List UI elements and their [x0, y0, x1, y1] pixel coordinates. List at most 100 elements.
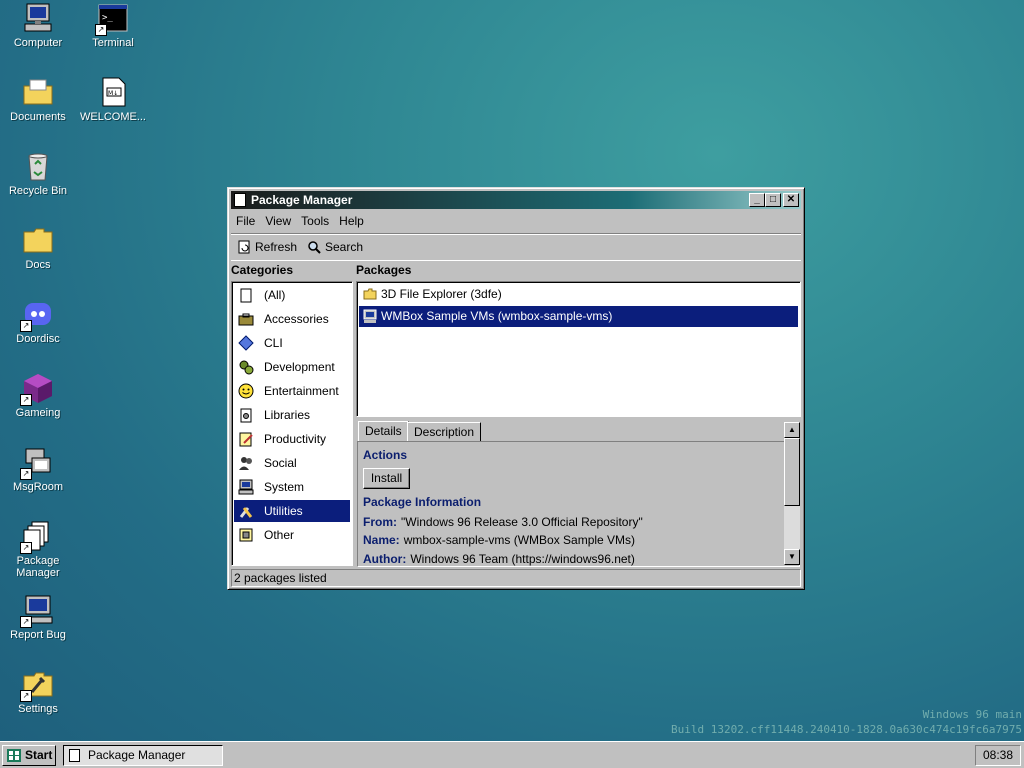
minimize-button[interactable]: _ — [749, 193, 765, 207]
desktop-icon-label: Terminal — [92, 37, 134, 49]
taskbar-item-package-manager[interactable]: Package Manager — [63, 745, 223, 766]
tab-description[interactable]: Description — [407, 422, 482, 441]
menu-view[interactable]: View — [260, 211, 296, 231]
desktop-icon-label: Doordisc — [16, 333, 60, 345]
category-item-libraries[interactable]: Libraries — [234, 404, 350, 426]
maximize-icon: □ — [769, 194, 777, 205]
desktop-icon-label: Package Manager — [16, 555, 60, 579]
info-from-row: From: "Windows 96 Release 3.0 Official Re… — [363, 515, 643, 529]
package-item-selected[interactable]: WMBox Sample VMs (wmbox-sample-vms) — [359, 306, 798, 327]
category-item-all[interactable]: (All) — [234, 284, 350, 306]
search-button[interactable]: Search — [305, 237, 363, 257]
info-name-row: Name: wmbox-sample-vms (WMBox Sample VMs) — [363, 533, 636, 547]
window-app-icon — [234, 193, 246, 207]
category-item-social[interactable]: Social — [234, 452, 350, 474]
window-title: Package Manager — [251, 193, 353, 207]
discord-icon: ↗ — [20, 298, 54, 332]
title-bar[interactable]: Package Manager _ □ ✕ — [231, 191, 801, 209]
start-button[interactable]: Start — [2, 745, 56, 766]
folder-small-icon — [363, 287, 377, 301]
build-watermark-line1: Windows 96 main — [922, 708, 1022, 721]
desktop-icon-welcome[interactable]: M↓ WELCOME... — [75, 76, 151, 123]
category-item-productivity[interactable]: Productivity — [234, 428, 350, 450]
desktop-icon-label: MsgRoom — [12, 481, 64, 493]
menu-file[interactable]: File — [231, 211, 260, 231]
close-button[interactable]: ✕ — [783, 193, 799, 207]
menu-bar: File View Tools Help — [231, 211, 801, 231]
desktop-icon-report-bug[interactable]: ↗ Report Bug — [0, 594, 76, 641]
diamond-icon — [238, 335, 254, 351]
minimize-icon: _ — [754, 194, 760, 205]
desktop-icon-label: Documents — [10, 111, 66, 123]
desktop-icon-doordisc[interactable]: ↗ Doordisc — [0, 298, 76, 345]
actions-heading: Actions — [363, 448, 408, 462]
desktop-icon-terminal[interactable]: >_ ↗ Terminal — [75, 2, 151, 49]
search-label: Search — [325, 240, 364, 254]
report-bug-icon: ↗ — [20, 594, 54, 628]
package-manager-window: Package Manager _ □ ✕ File View Tools Help … — [227, 187, 805, 590]
details-scrollbar[interactable]: ▲ ▼ — [784, 422, 800, 565]
desktop-icon-recycle-bin[interactable]: Recycle Bin — [0, 150, 76, 197]
packages-list: 3D File Explorer (3dfe) WMBox Sample VMs… — [356, 281, 801, 417]
system-clock: 08:38 — [975, 745, 1021, 766]
documents-folder-icon — [22, 76, 54, 108]
start-logo-icon — [7, 749, 21, 762]
desktop-icon-documents[interactable]: Documents — [0, 76, 76, 123]
desktop-icon-gameing[interactable]: ↗ Gameing — [0, 372, 76, 419]
status-text: 2 packages listed — [234, 571, 327, 585]
package-item[interactable]: 3D File Explorer (3dfe) — [359, 284, 798, 305]
category-item-other[interactable]: Other — [234, 524, 350, 546]
desktop-icon-computer[interactable]: Computer — [0, 2, 76, 49]
install-button[interactable]: Install — [363, 468, 410, 489]
computer-small-icon — [238, 479, 254, 495]
recycle-bin-icon — [22, 150, 54, 182]
category-item-accessories[interactable]: Accessories — [234, 308, 350, 330]
desktop-icon-label: Computer — [13, 37, 63, 49]
menu-help[interactable]: Help — [334, 211, 369, 231]
category-item-system[interactable]: System — [234, 476, 350, 498]
category-item-utilities[interactable]: Utilities — [234, 500, 350, 522]
category-item-entertainment[interactable]: Entertainment — [234, 380, 350, 402]
svg-text:M↓: M↓ — [108, 90, 118, 97]
arrow-up-icon: ▲ — [788, 425, 796, 434]
desktop-icon-package-manager[interactable]: ↗ Package Manager — [0, 520, 76, 579]
settings-icon: ↗ — [20, 668, 54, 702]
menu-tools[interactable]: Tools — [296, 211, 334, 231]
detail-tabs: Details Description — [358, 421, 658, 442]
category-item-development[interactable]: Development — [234, 356, 350, 378]
page-icon — [238, 287, 254, 303]
arrow-down-icon: ▼ — [788, 552, 796, 561]
refresh-button[interactable]: Refresh — [235, 237, 297, 257]
desktop-icon-label: Recycle Bin — [8, 185, 68, 197]
package-manager-small-icon — [69, 749, 80, 762]
tools-icon — [238, 503, 254, 519]
smiley-icon — [238, 383, 254, 399]
desktop-icon-msgroom[interactable]: ↗ MsgRoom — [0, 446, 76, 493]
taskbar: Start Package Manager 08:38 — [0, 741, 1024, 768]
scroll-thumb[interactable] — [784, 438, 800, 506]
desktop-icon-docs[interactable]: Docs — [0, 224, 76, 271]
close-icon: ✕ — [786, 194, 796, 205]
status-bar: 2 packages listed — [231, 569, 801, 587]
search-icon — [307, 240, 321, 254]
desktop-icon-label: Settings — [18, 703, 58, 715]
scroll-down-button[interactable]: ▼ — [784, 549, 800, 565]
markdown-file-icon: M↓ — [97, 76, 129, 108]
tab-details[interactable]: Details — [358, 421, 409, 441]
taskbar-item-label: Package Manager — [88, 748, 186, 762]
package-info-heading: Package Information — [363, 495, 482, 509]
desktop-icon-label: WELCOME... — [79, 111, 146, 123]
maximize-button[interactable]: □ — [765, 193, 781, 207]
computer-icon — [22, 2, 54, 34]
package-manager-icon: ↗ — [20, 520, 54, 554]
gears-icon — [238, 359, 254, 375]
document-pen-icon — [238, 431, 254, 447]
refresh-icon — [237, 240, 251, 254]
desktop-icon-label: Gameing — [15, 407, 61, 419]
category-item-cli[interactable]: CLI — [234, 332, 350, 354]
scroll-up-button[interactable]: ▲ — [784, 422, 800, 438]
vm-computer-icon — [363, 309, 377, 323]
misc-icon — [238, 527, 254, 543]
desktop-icon-settings[interactable]: ↗ Settings — [0, 668, 76, 715]
info-author-row: Author: Windows 96 Team (https://windows9… — [363, 552, 635, 566]
